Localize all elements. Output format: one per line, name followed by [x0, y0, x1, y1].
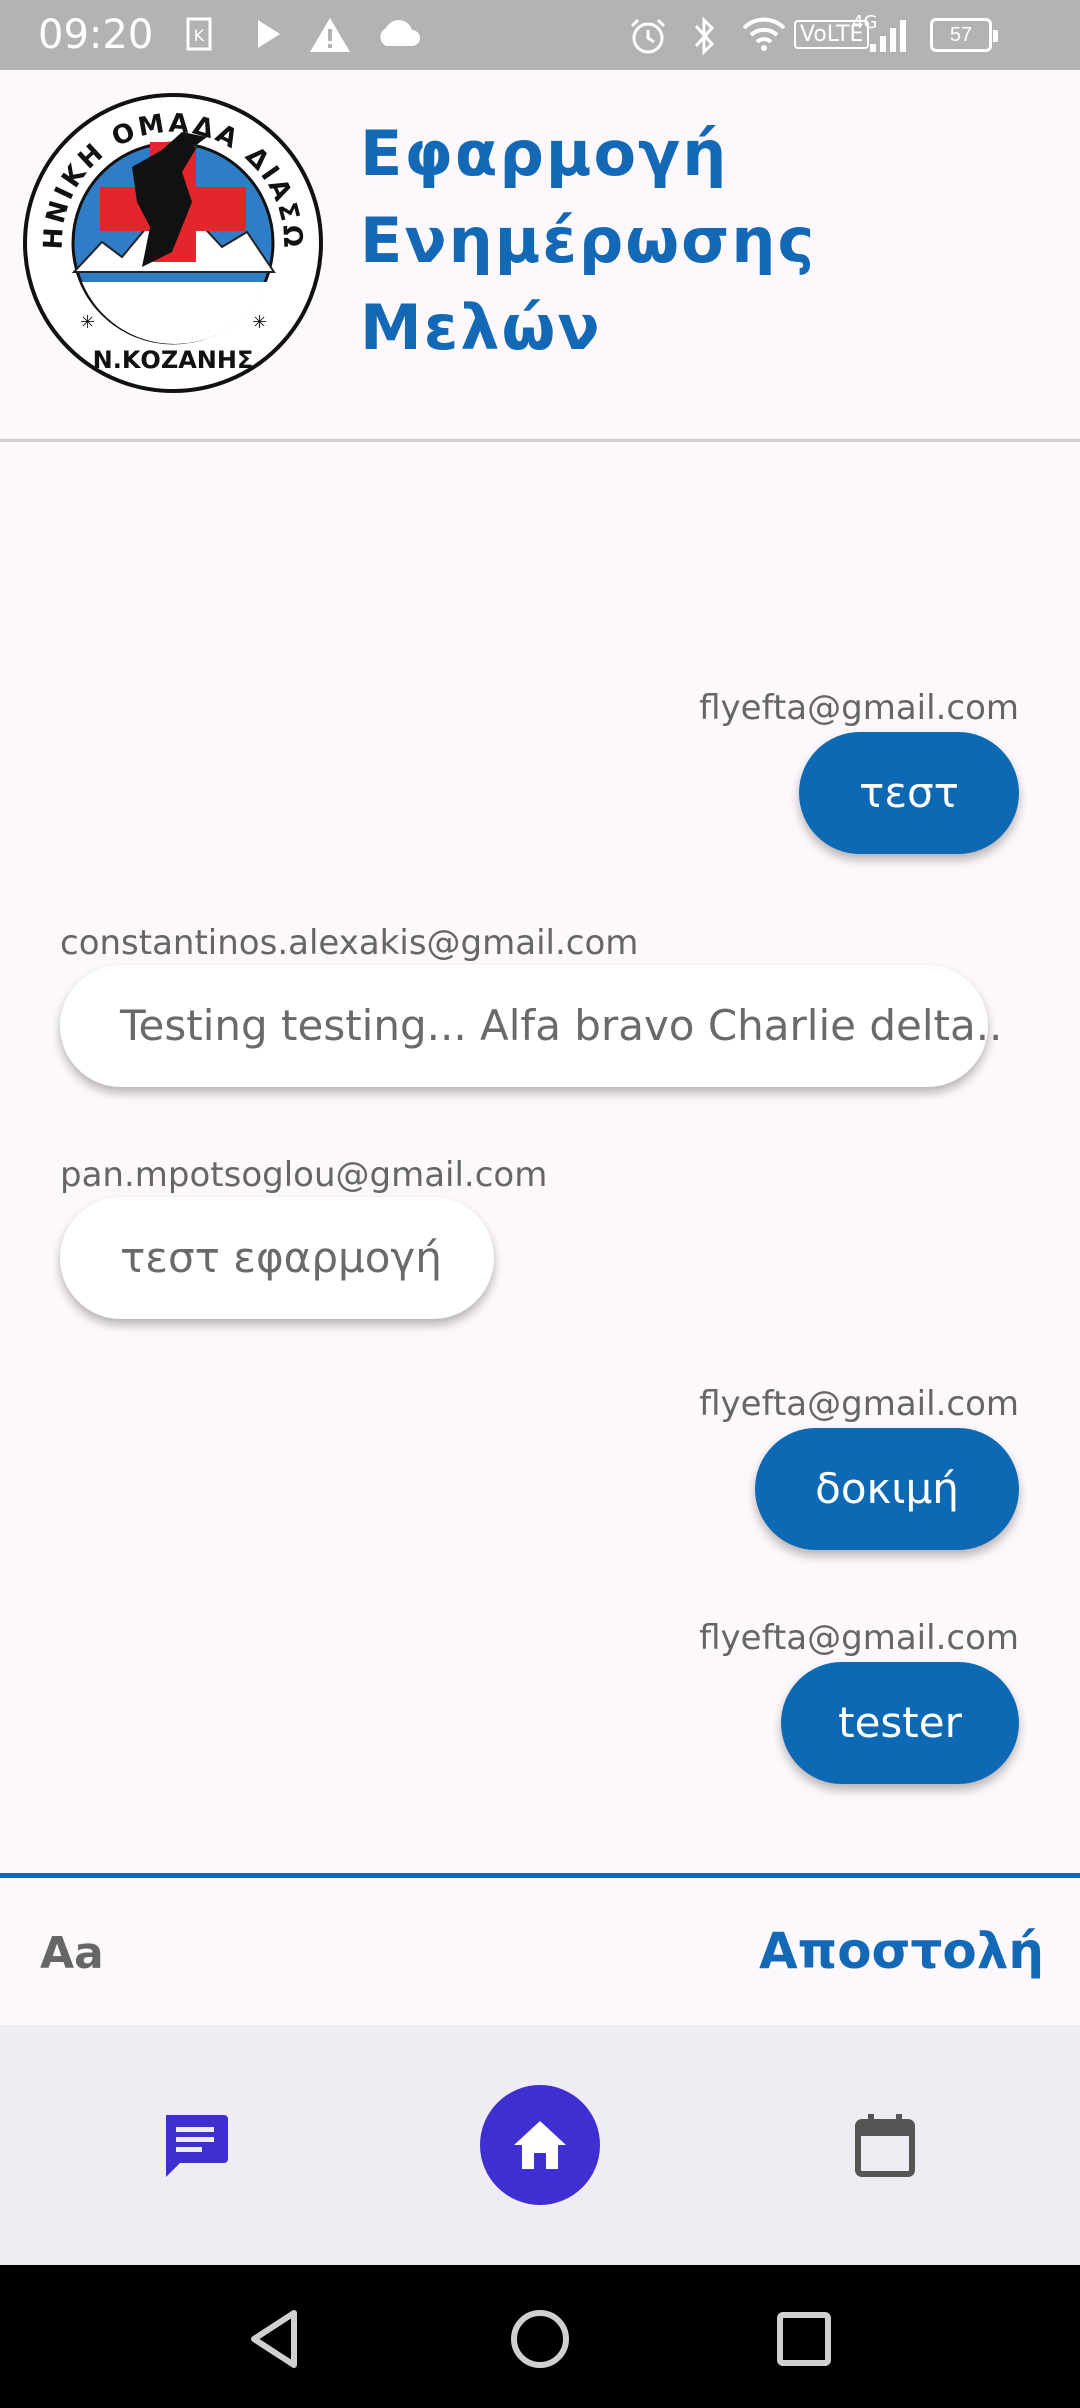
warning-icon: [308, 16, 352, 59]
chat-icon: [166, 2115, 228, 2177]
battery-level: 57: [949, 24, 973, 46]
message-list[interactable]: flyefta@gmail.com τεστ constantinos.alex…: [0, 445, 1080, 1875]
play-icon: [254, 16, 284, 57]
square-recents-icon: [777, 2312, 831, 2366]
signal-icon: [868, 20, 908, 59]
app-title-line-1: Εφαρμογή: [360, 117, 729, 190]
svg-text:K: K: [194, 26, 205, 45]
bluetooth-icon: [690, 16, 718, 61]
message-bubble[interactable]: δοκιμή: [755, 1428, 1019, 1550]
home-icon: [514, 2121, 566, 2169]
battery-icon: 57: [930, 18, 998, 52]
app-title-line-2: Ενημέρωσης: [360, 204, 817, 277]
svg-text:✳: ✳: [80, 312, 95, 333]
team-logo: ΕΛΛΗΝΙΚΗ ΟΜΑΔΑ ΔΙΑΣΩΣΗΣ Ν.ΚΟΖΑΝΗΣ ✳ ✳: [10, 69, 324, 394]
logo-text-bottom: Ν.ΚΟΖΑΝΗΣ: [93, 346, 254, 374]
message-sender: flyefta@gmail.com: [699, 1384, 1019, 1424]
message-sender: flyefta@gmail.com: [699, 1618, 1019, 1658]
message-bubble[interactable]: tester: [781, 1662, 1019, 1784]
wifi-icon: [742, 16, 786, 57]
circle-home-icon: [511, 2310, 569, 2368]
system-navigation-bar: [0, 2265, 1080, 2408]
message-sender: flyefta@gmail.com: [699, 688, 1019, 728]
cloud-icon: [374, 16, 422, 55]
calendar-icon: [855, 2114, 915, 2177]
nav-home[interactable]: [480, 2085, 600, 2205]
send-button[interactable]: Αποστολή: [759, 1922, 1044, 1980]
app-title: Εφαρμογή Ενημέρωσης Μελών: [360, 110, 880, 371]
home-system-button[interactable]: [508, 2307, 572, 2371]
bottom-navigation: [0, 2025, 1080, 2265]
recents-button[interactable]: [772, 2307, 836, 2371]
back-button[interactable]: [244, 2307, 308, 2371]
app-title-line-3: Μελών: [360, 291, 602, 364]
svg-text:✳: ✳: [252, 312, 267, 333]
message-bubble[interactable]: τεστ εφαρμογή: [60, 1197, 494, 1319]
status-bar: 09:20 K VoLTE 4G 57: [0, 0, 1080, 70]
alarm-icon: [628, 16, 668, 61]
message-bubble[interactable]: τεστ: [799, 732, 1019, 854]
app-notification-icon: K: [186, 16, 212, 57]
app-header: ΕΛΛΗΝΙΚΗ ΟΜΑΔΑ ΔΙΑΣΩΣΗΣ Ν.ΚΟΖΑΝΗΣ ✳ ✳ Εφ…: [0, 69, 1080, 442]
back-icon: [251, 2310, 297, 2368]
status-time: 09:20: [38, 12, 154, 58]
message-sender: pan.mpotsoglou@gmail.com: [60, 1155, 548, 1195]
nav-chat[interactable]: [135, 2085, 255, 2205]
nav-calendar[interactable]: [825, 2085, 945, 2205]
message-sender: constantinos.alexakis@gmail.com: [60, 923, 639, 963]
message-composer: Αποστολή: [0, 1873, 1080, 2025]
message-input[interactable]: [40, 1918, 740, 1988]
message-bubble[interactable]: Testing testing... Alfa bravo Charlie de…: [60, 965, 1002, 1087]
